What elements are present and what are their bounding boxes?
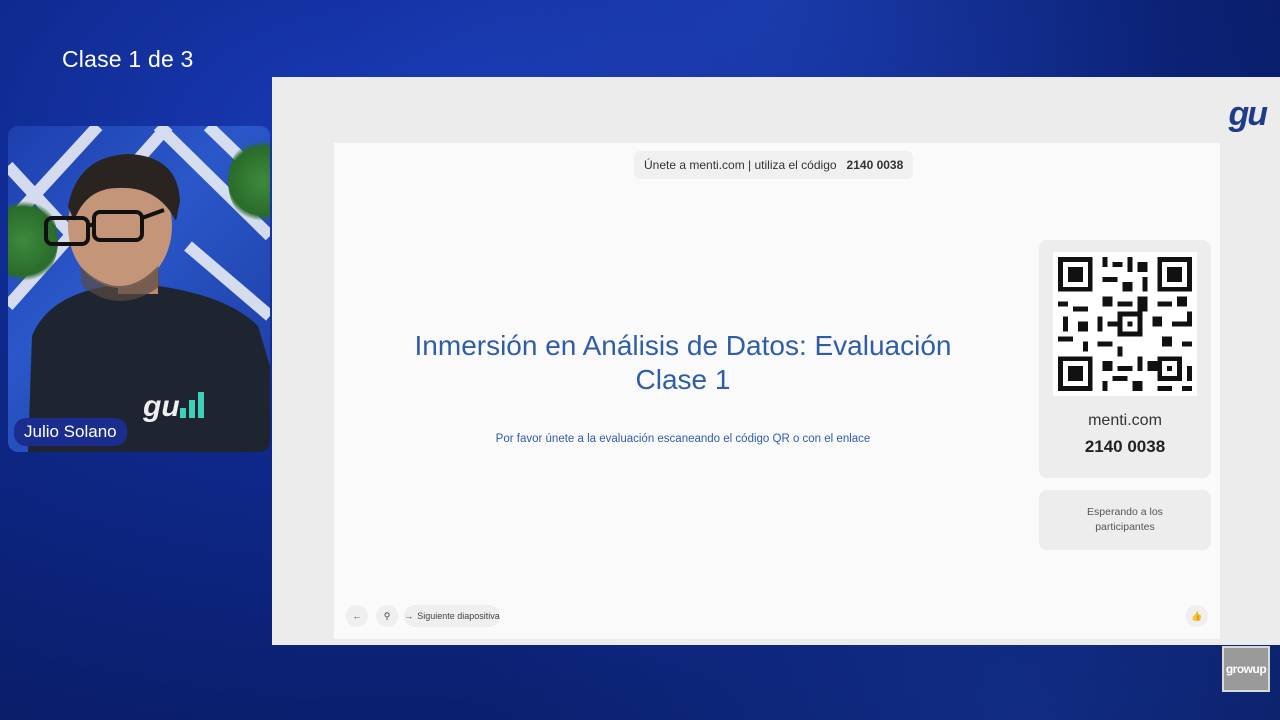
join-instructions: Únete a menti.com | utiliza el código 21… [634,151,914,179]
slide-title: Inmersión en Análisis de Datos: Evaluaci… [334,329,1032,397]
gu-logo: gu [1228,95,1268,133]
speaker-figure: gu [28,154,270,452]
join-text: Únete a menti.com | utiliza el código [644,158,837,172]
svg-text:gu: gu [142,390,180,423]
arrow-left-icon: ← [352,611,362,621]
next-slide-label: Siguiente diapositiva [417,611,500,621]
reaction-button[interactable]: 👍 [1186,605,1208,627]
qr-code-image[interactable] [1053,252,1197,396]
slide-title-line2: Clase 1 [635,364,731,395]
arrow-right-icon: → [404,611,414,621]
slide-subtitle: Por favor únete a la evaluación escanean… [495,433,871,445]
mentimeter-slide: Únete a menti.com | utiliza el código 21… [334,143,1220,639]
hint-button[interactable]: ⚲ [376,605,398,627]
growup-logo: growup [1222,646,1270,692]
thumbs-up-icon: 👍 [1191,610,1203,621]
speaker-name-tag: Julio Solano [14,418,127,446]
qr-url: menti.com [1088,412,1162,429]
join-code: 2140 0038 [846,158,904,172]
qr-card: menti.com 2140 0038 [1039,240,1211,478]
speaker-webcam: gu [8,126,270,452]
lightbulb-icon: ⚲ [383,610,391,621]
waiting-status: Esperando a los participantes [1039,490,1211,550]
qr-join-code: 2140 0038 [1084,437,1166,456]
slide-title-line1: Inmersión en Análisis de Datos: Evaluaci… [414,330,952,361]
back-button[interactable]: ← [346,605,368,627]
class-progress-label: Clase 1 de 3 [62,46,194,72]
next-slide-button[interactable]: → Siguiente diapositiva [404,605,500,627]
presentation-frame: gu Únete a menti.com | utiliza el código… [272,77,1280,645]
